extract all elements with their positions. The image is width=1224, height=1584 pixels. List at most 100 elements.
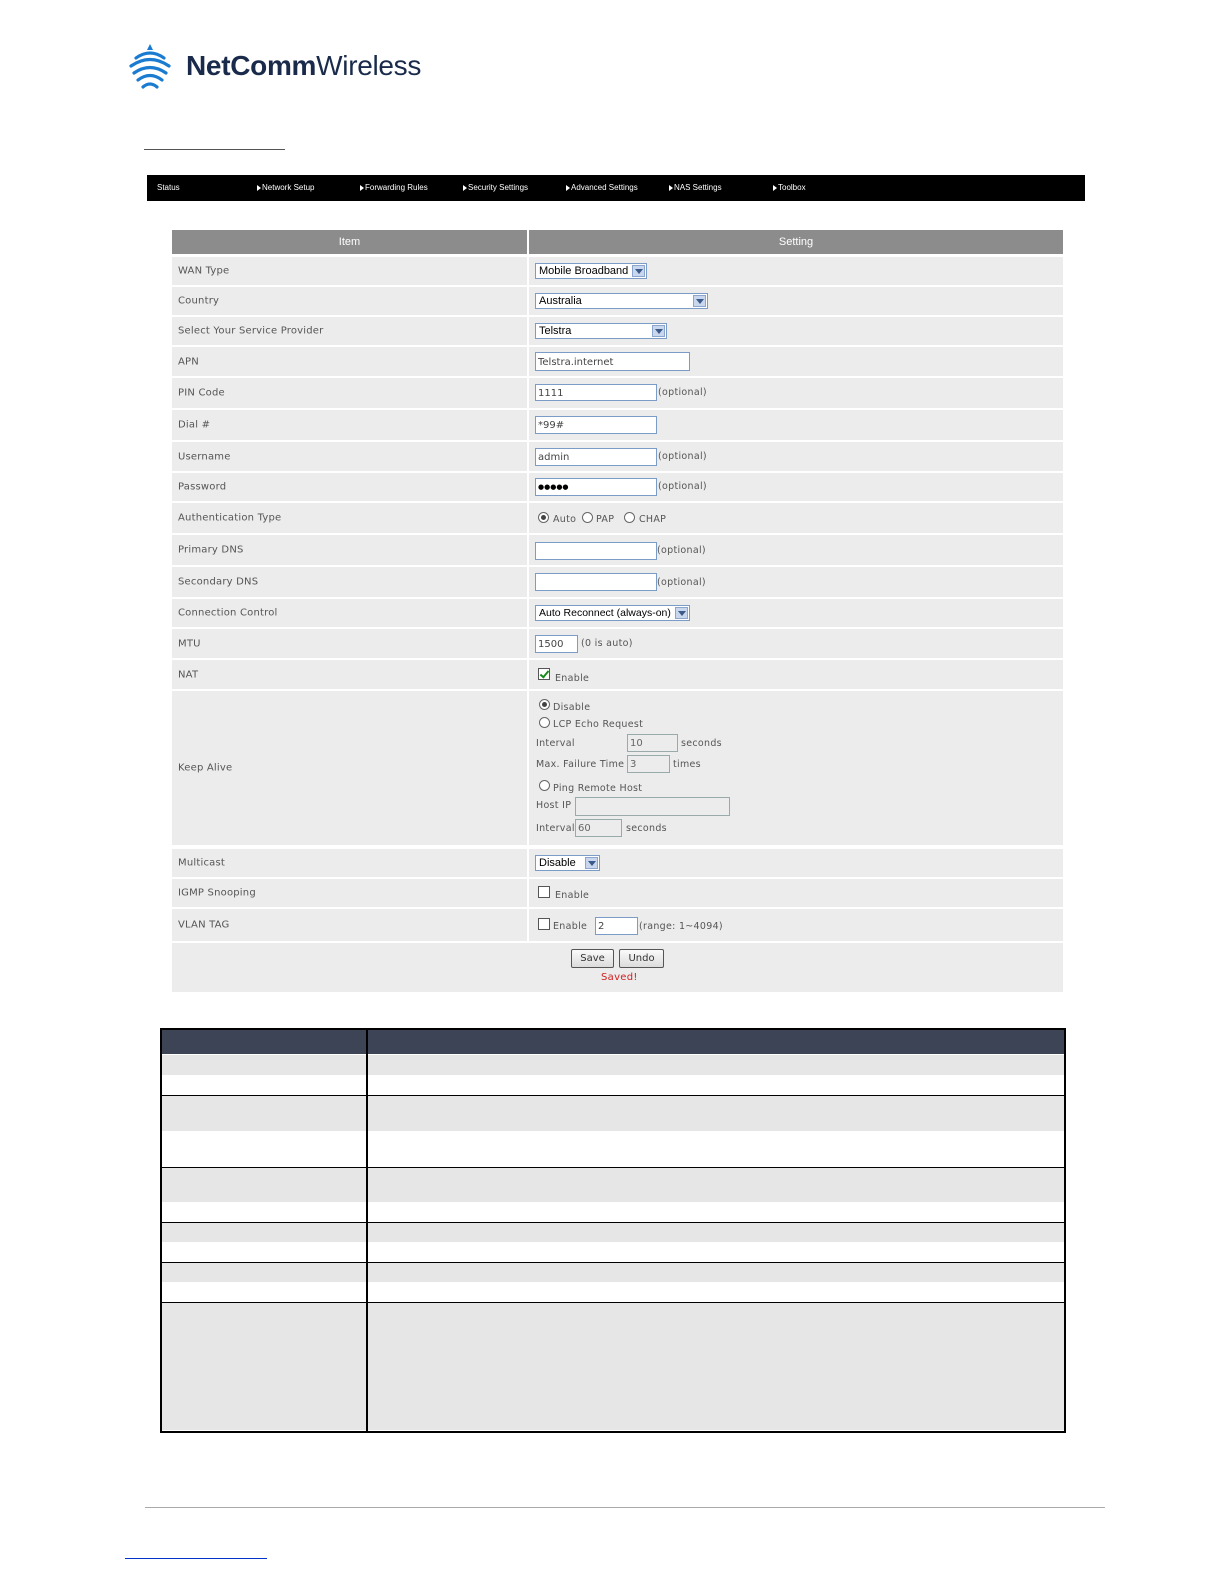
auth-pap-radio[interactable] (582, 512, 593, 523)
max-failure-input[interactable]: 3 (627, 755, 670, 773)
column-divider (366, 1030, 368, 1431)
row-igmp-snooping: IGMP Snooping Enable (172, 879, 1063, 907)
nav-toolbox[interactable]: Toolbox (773, 175, 806, 201)
multicast-select[interactable]: Disable (535, 855, 600, 871)
table-row (162, 1283, 1064, 1303)
lcp-interval-label: Interval (536, 738, 575, 749)
row-apn: APN Telstra.internet (172, 347, 1063, 376)
label-dial: Dial # (178, 419, 211, 431)
dial-input[interactable]: *99# (535, 416, 657, 434)
row-dial: Dial # *99# (172, 410, 1063, 440)
label-connection-control: Connection Control (178, 607, 278, 619)
keep-alive-lcp-label: LCP Echo Request (553, 719, 644, 730)
row-provider: Select Your Service Provider Telstra (172, 317, 1063, 345)
provider-select[interactable]: Telstra (535, 323, 667, 339)
table-row (162, 1203, 1064, 1223)
row-pin: PIN Code 1111 (optional) (172, 378, 1063, 408)
row-wan-type: WAN Type Mobile Broadband (172, 257, 1063, 285)
host-ip-label: Host IP (536, 800, 572, 811)
row-primary-dns: Primary DNS (optional) (172, 535, 1063, 565)
divider (144, 149, 285, 150)
table-row (162, 1223, 1064, 1243)
label-password: Password (178, 481, 227, 493)
table-header (162, 1030, 1064, 1055)
arrow-right-icon (669, 184, 673, 191)
mtu-note: (0 is auto) (581, 638, 633, 649)
lcp-interval-unit: seconds (681, 738, 722, 749)
max-failure-label: Max. Failure Time (536, 759, 625, 770)
label-mtu: MTU (178, 638, 201, 649)
ping-interval-unit: seconds (626, 823, 667, 834)
vlan-id-input[interactable]: 2 (595, 917, 638, 935)
top-nav: Status Network Setup Forwarding Rules Se… (147, 175, 1085, 201)
label-username: Username (178, 451, 231, 462)
header-item: Item (172, 230, 527, 254)
arrow-right-icon (773, 184, 777, 191)
row-country: Country Australia (172, 287, 1063, 315)
label-igmp-snooping: IGMP Snooping (178, 887, 256, 899)
host-ip-input[interactable] (575, 797, 730, 816)
header-setting: Setting (529, 230, 1063, 254)
description-table (160, 1028, 1066, 1433)
chevron-down-icon (652, 325, 665, 337)
chevron-down-icon (632, 265, 645, 277)
secondary-dns-input[interactable] (535, 573, 657, 591)
keep-alive-disable-radio[interactable] (539, 699, 550, 710)
igmp-enable-checkbox[interactable] (538, 886, 550, 898)
auth-chap-radio[interactable] (624, 512, 635, 523)
nav-status[interactable]: Status (157, 175, 180, 201)
table-row (162, 1243, 1064, 1263)
table-row (162, 1168, 1064, 1203)
row-keep-alive: Keep Alive Disable LCP Echo Request Inte… (172, 691, 1063, 845)
row-actions: Save Undo Saved! (172, 943, 1063, 992)
password-input[interactable]: ●●●●● (535, 478, 657, 496)
undo-button[interactable]: Undo (619, 949, 664, 968)
save-button[interactable]: Save (571, 949, 614, 968)
password-optional-note: (optional) (658, 481, 707, 492)
vlan-enable-label: Enable (553, 921, 588, 932)
nat-enable-checkbox[interactable] (538, 668, 550, 680)
nav-advanced-settings[interactable]: Advanced Settings (566, 175, 638, 201)
connection-control-select[interactable]: Auto Reconnect (always-on) (535, 605, 690, 621)
nav-forwarding-rules[interactable]: Forwarding Rules (360, 175, 428, 201)
label-secondary-dns: Secondary DNS (178, 576, 259, 588)
nav-security-settings[interactable]: Security Settings (463, 175, 528, 201)
auth-chap-label: CHAP (639, 514, 667, 525)
keep-alive-lcp-radio[interactable] (539, 717, 550, 728)
footer-link-underline (125, 1558, 267, 1559)
row-auth-type: Authentication Type Auto PAP CHAP (172, 503, 1063, 533)
label-auth-type: Authentication Type (178, 512, 282, 524)
label-vlan-tag: VLAN TAG (178, 919, 230, 931)
nav-network-setup[interactable]: Network Setup (257, 175, 314, 201)
row-username: Username admin (optional) (172, 442, 1063, 471)
row-secondary-dns: Secondary DNS (optional) (172, 567, 1063, 597)
label-wan-type: WAN Type (178, 265, 230, 277)
label-nat: NAT (178, 669, 199, 680)
pin-input[interactable]: 1111 (535, 384, 657, 401)
arrow-right-icon (566, 184, 570, 191)
lcp-interval-input[interactable]: 10 (627, 734, 678, 752)
table-row (162, 1263, 1064, 1283)
saved-message: Saved! (601, 972, 638, 983)
label-country: Country (178, 295, 220, 307)
netcomm-logo-icon (129, 44, 171, 89)
nav-nas-settings[interactable]: NAS Settings (669, 175, 722, 201)
username-input[interactable]: admin (535, 448, 657, 466)
arrow-right-icon (360, 184, 364, 191)
vlan-range-note: (range: 1~4094) (639, 921, 723, 932)
max-failure-unit: times (673, 759, 701, 770)
auth-auto-radio[interactable] (538, 512, 549, 523)
keep-alive-ping-radio[interactable] (539, 780, 550, 791)
primary-dns-input[interactable] (535, 542, 657, 560)
label-provider: Select Your Service Provider (178, 325, 324, 337)
table-row (162, 1303, 1064, 1431)
apn-input[interactable]: Telstra.internet (535, 352, 690, 371)
wan-type-select[interactable]: Mobile Broadband (535, 263, 647, 279)
vlan-enable-checkbox[interactable] (538, 918, 550, 930)
table-row (162, 1055, 1064, 1076)
country-select[interactable]: Australia (535, 293, 708, 309)
username-optional-note: (optional) (658, 451, 707, 462)
mtu-input[interactable]: 1500 (535, 635, 578, 653)
ping-interval-input[interactable]: 60 (575, 819, 622, 837)
primary-dns-optional-note: (optional) (657, 545, 706, 556)
